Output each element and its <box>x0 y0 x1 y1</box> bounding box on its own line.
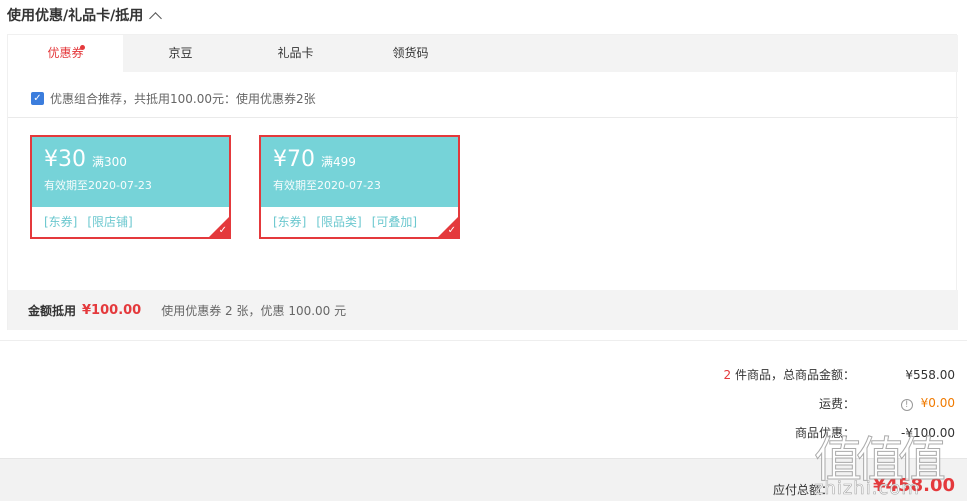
divider <box>0 340 967 341</box>
coupon-top: ¥70 满499 有效期至2020-07-23 <box>261 137 458 207</box>
coupon-tag: [限品类] <box>316 215 362 229</box>
coupon-amount: ¥30 <box>44 147 86 172</box>
discount-value: -¥100.00 <box>901 425 955 440</box>
tab-jingdou[interactable]: 京豆 <box>123 35 238 72</box>
tab-redeem-code[interactable]: 领货码 <box>353 35 468 72</box>
discount-panel: 优惠券 京豆 礼品卡 领货码 ✓ 优惠组合推荐，共抵用100.00元：使用优惠券… <box>7 34 958 330</box>
items-value: ¥558.00 <box>905 367 955 382</box>
payable-total: ¥458.00 <box>873 475 955 496</box>
coupon-tags: [东券] [限品类] [可叠加] <box>261 207 458 236</box>
shipping-value: ¥0.00 <box>920 396 955 410</box>
section-title[interactable]: 使用优惠/礼品卡/抵用 <box>7 5 163 25</box>
coupon-expiry: 有效期至2020-07-23 <box>273 179 381 192</box>
check-icon: ✓ <box>447 225 456 236</box>
coupon-top: ¥30 满300 有效期至2020-07-23 <box>32 137 229 207</box>
discount-summary: 金额抵用 ¥100.00 使用优惠券 2 张，优惠 100.00 元 <box>8 290 958 330</box>
tab-coupons[interactable]: 优惠券 <box>8 35 123 72</box>
coupon-tag: [限店铺] <box>87 215 133 229</box>
recommend-row: ✓ 优惠组合推荐，共抵用100.00元：使用优惠券2张 <box>31 90 316 107</box>
items-label: 2 件商品，总商品金额： <box>675 366 875 383</box>
shipping-row: 运费： ! ¥0.00 <box>675 395 955 412</box>
chevron-up-icon[interactable] <box>149 11 163 25</box>
section-title-text: 使用优惠/礼品卡/抵用 <box>7 8 144 24</box>
coupon-tags: [东券] [限店铺] <box>32 207 229 236</box>
summary-label: 金额抵用 <box>28 303 77 318</box>
discount-label: 商品优惠： <box>794 426 855 440</box>
items-text: 件商品，总商品金额： <box>731 368 855 382</box>
divider <box>8 117 958 118</box>
tab-gift-card[interactable]: 礼品卡 <box>238 35 353 72</box>
payable-label: 应付总额： <box>773 483 834 497</box>
coupon-tag: [东券] <box>44 215 78 229</box>
recommend-text: 优惠组合推荐，共抵用100.00元：使用优惠券2张 <box>50 92 316 106</box>
recommend-checkbox[interactable]: ✓ <box>31 92 44 105</box>
summary-desc: 使用优惠券 2 张，优惠 100.00 元 <box>161 303 347 318</box>
info-icon[interactable]: ! <box>900 399 913 411</box>
tab-label: 京豆 <box>168 46 193 60</box>
shipping-value-wrap: ! ¥0.00 <box>875 396 955 411</box>
shipping-label: 运费： <box>818 397 855 411</box>
coupon-amount: ¥70 <box>273 147 315 172</box>
tab-label: 优惠券 <box>47 46 84 60</box>
coupon-condition: 满300 <box>92 155 127 169</box>
coupon-tag: [东券] <box>273 215 307 229</box>
payable-footer: 应付总额： ¥458.00 <box>0 458 967 501</box>
coupon-card[interactable]: ¥30 满300 有效期至2020-07-23 [东券] [限店铺] ✓ <box>30 135 231 239</box>
total-items-row: 2 件商品，总商品金额： ¥558.00 <box>675 366 955 383</box>
coupon-card[interactable]: ¥70 满499 有效期至2020-07-23 [东券] [限品类] [可叠加] … <box>259 135 460 239</box>
summary-amount: ¥100.00 <box>82 302 142 318</box>
notification-dot-icon <box>80 45 85 50</box>
check-icon: ✓ <box>218 225 227 236</box>
tab-bar: 优惠券 京豆 礼品卡 领货码 <box>8 35 958 72</box>
tab-label: 礼品卡 <box>277 46 314 60</box>
coupon-condition: 满499 <box>321 155 356 169</box>
coupon-tag: [可叠加] <box>371 215 418 229</box>
coupon-expiry: 有效期至2020-07-23 <box>44 179 152 192</box>
discount-row: 商品优惠： -¥100.00 <box>675 424 955 441</box>
tab-label: 领货码 <box>392 46 429 60</box>
